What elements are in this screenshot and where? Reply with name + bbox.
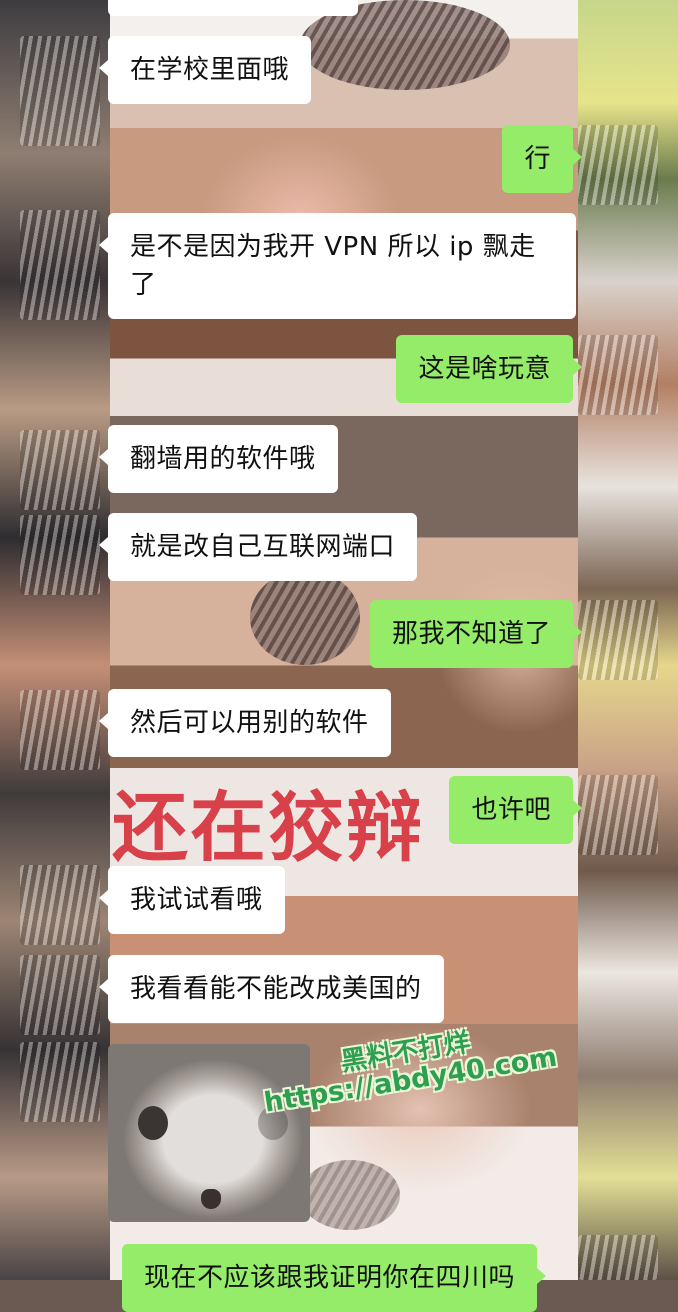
message-bubble-outgoing[interactable]: 这是啥玩意 <box>396 335 582 403</box>
face-blur <box>250 570 360 665</box>
contact-avatar[interactable] <box>20 430 100 510</box>
message-bubble-incoming[interactable]: 是不是因为我开 VPN 所以 ip 飘走了 <box>99 213 576 319</box>
face-blur <box>300 1160 400 1230</box>
message-bubble-incoming[interactable]: 我试试看哦 <box>99 866 285 934</box>
self-avatar[interactable] <box>578 600 658 680</box>
self-avatar[interactable] <box>578 125 658 205</box>
message-bubble-outgoing[interactable]: 现在不应该跟我证明你在四川吗 <box>122 1244 547 1312</box>
hamster-sticker[interactable] <box>108 1044 310 1222</box>
self-avatar[interactable] <box>578 775 658 855</box>
message-bubble-incoming[interactable]: 在学校里面哦 <box>98 36 312 104</box>
contact-avatar[interactable] <box>20 515 100 595</box>
message-bubble-outgoing[interactable]: 也许吧 <box>449 776 582 844</box>
message-bubble-incoming[interactable]: 就是改自己互联网端口 <box>98 513 418 581</box>
contact-avatar[interactable] <box>20 865 100 945</box>
message-bubble-incoming[interactable]: 我看看能不能改成美国的 <box>99 955 444 1023</box>
message-bubble-incoming[interactable]: 翻墙用的软件哦 <box>99 425 338 493</box>
sticker-eye-left <box>138 1106 168 1140</box>
contact-avatar[interactable] <box>20 955 100 1035</box>
contact-avatar[interactable] <box>20 210 100 320</box>
message-bubble-outgoing[interactable]: 那我不知道了 <box>369 600 583 668</box>
sticker-nose <box>201 1189 221 1209</box>
message-bubble-partial <box>108 0 358 16</box>
self-avatar[interactable] <box>578 1235 658 1280</box>
message-bubble-incoming[interactable]: 然后可以用别的软件 <box>99 689 391 757</box>
contact-avatar[interactable] <box>20 1042 100 1122</box>
self-avatar[interactable] <box>578 335 658 415</box>
overlay-caption: 还在狡辩 <box>112 786 424 871</box>
message-bubble-outgoing[interactable]: 行 <box>502 125 582 193</box>
contact-avatar[interactable] <box>20 36 100 146</box>
contact-avatar[interactable] <box>20 690 100 770</box>
